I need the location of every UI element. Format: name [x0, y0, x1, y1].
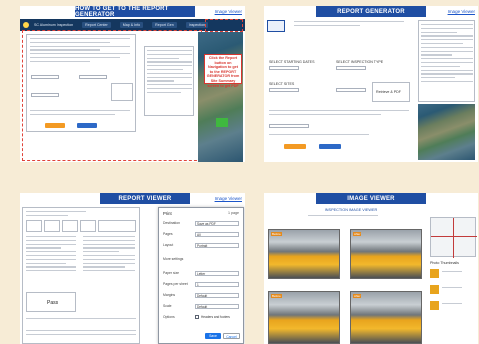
- preview-box: Retrieve & PDF: [372, 82, 410, 102]
- site-field[interactable]: [31, 93, 59, 97]
- image-viewer-link[interactable]: Image Viewer: [215, 9, 242, 14]
- viewer-subtitle: INSPECTION IMAGE VIEWER: [324, 208, 378, 212]
- tile-report-viewer: REPORT VIEWER Image Viewer Pass Print 1 …: [20, 193, 245, 344]
- row-key: Scale: [163, 304, 172, 308]
- cancel-button[interactable]: Cancel: [223, 333, 240, 339]
- pass-box: Pass: [26, 292, 76, 312]
- row-value[interactable]: All: [195, 232, 239, 237]
- row-value[interactable]: Save as PDF: [195, 221, 239, 226]
- row-key: Pages per sheet: [163, 282, 188, 286]
- row-key: Margins: [163, 293, 176, 297]
- row-key: Layout: [163, 243, 174, 247]
- blue-button[interactable]: [77, 123, 97, 128]
- inspection-photo-1[interactable]: Before: [268, 229, 340, 279]
- row-key: Paper size: [163, 271, 180, 275]
- satellite-map[interactable]: [418, 104, 475, 160]
- pass-label: Pass: [47, 300, 59, 306]
- row-key: Destination: [163, 221, 180, 225]
- date-field[interactable]: [31, 75, 59, 79]
- label-inspection-type: SELECT INSPECTION TYPE: [336, 60, 384, 64]
- site-option-input[interactable]: [336, 88, 366, 92]
- tile-report-generator: REPORT GENERATOR Image Viewer SELECT STA…: [264, 6, 478, 162]
- site-summary-panel: [418, 20, 475, 102]
- row-value[interactable]: Default: [195, 304, 239, 309]
- logo-badge: [267, 20, 285, 32]
- row-key: Options: [163, 315, 175, 319]
- generate-report-button[interactable]: [284, 144, 306, 149]
- tile-banner: IMAGE VIEWER: [316, 193, 426, 204]
- save-button[interactable]: Save: [205, 333, 221, 339]
- image-viewer-link[interactable]: Image Viewer: [448, 9, 475, 14]
- tile-banner: HOW TO GET TO THE REPORT GENERATOR: [75, 6, 195, 18]
- tile-image-viewer: IMAGE VIEWER INSPECTION IMAGE VIEWER Bef…: [264, 193, 478, 344]
- print-pages-count: 1 page: [228, 211, 239, 215]
- print-row-layout[interactable]: Layout Portrait: [163, 243, 239, 248]
- row-value[interactable]: 1: [195, 282, 239, 287]
- image-viewer-link[interactable]: Image Viewer: [215, 196, 242, 201]
- preview-box: [111, 83, 133, 101]
- print-row-destination[interactable]: Destination Save as PDF: [163, 221, 239, 226]
- side-thumb-1[interactable]: [430, 269, 439, 278]
- tile-how-to-report-generator: HOW TO GET TO THE REPORT GENERATOR Image…: [20, 6, 245, 162]
- preview-label: Retrieve & PDF: [376, 90, 401, 94]
- print-row-scale[interactable]: Scale Default: [163, 304, 239, 309]
- inspection-type-select[interactable]: [336, 66, 366, 70]
- row-value: Headers and footers: [201, 315, 230, 319]
- highlight-nav: [205, 19, 243, 32]
- inspection-photo-3[interactable]: Before: [268, 291, 340, 344]
- side-thumb-2[interactable]: [430, 285, 439, 294]
- print-title: Print: [163, 211, 172, 216]
- app-logo-icon: [23, 22, 29, 28]
- print-dialog: Print 1 page Destination Save as PDF Page…: [158, 207, 244, 344]
- print-row-options[interactable]: Options Headers and footers: [163, 315, 239, 320]
- sort-select[interactable]: [269, 124, 309, 128]
- app-title: SC Aluminum Inspection: [34, 23, 74, 27]
- print-row-pages-per-sheet[interactable]: Pages per sheet 1: [163, 282, 239, 287]
- orange-button[interactable]: [45, 123, 65, 128]
- view-report-button[interactable]: [319, 144, 341, 149]
- start-date-input[interactable]: [269, 66, 299, 70]
- status-green-block: [216, 118, 228, 127]
- photo-label: Before: [271, 232, 282, 236]
- side-title: Photo Thumbnails: [430, 261, 459, 265]
- print-row-more-settings[interactable]: More settings: [163, 257, 239, 262]
- photo-label: Before: [271, 294, 282, 298]
- info-panel: [144, 46, 194, 116]
- summary-panel: [26, 34, 136, 132]
- tile-banner: REPORT VIEWER: [100, 193, 190, 204]
- row-value[interactable]: Portrait: [195, 243, 239, 248]
- satellite-map[interactable]: [198, 32, 243, 162]
- print-row-paper-size[interactable]: Paper size Letter: [163, 271, 239, 276]
- options-checkbox[interactable]: [195, 315, 199, 319]
- photo-label: After: [353, 232, 362, 236]
- nav-tab-2[interactable]: Map & Info: [119, 22, 144, 28]
- label-sites: SELECT SITES: [269, 82, 295, 86]
- report-document: Pass: [22, 207, 140, 344]
- nav-tab-1[interactable]: Report Center: [82, 22, 111, 28]
- row-value[interactable]: Letter: [195, 271, 239, 276]
- site-map-panel[interactable]: [430, 217, 477, 258]
- sites-select[interactable]: [269, 88, 299, 92]
- label-start-dates: SELECT STARTING DATES: [269, 60, 315, 64]
- instruction-callout: Click the Report button on Navigation to…: [204, 54, 242, 88]
- photo-label: After: [353, 294, 362, 298]
- row-key: More settings: [163, 257, 184, 261]
- row-key: Pages: [163, 232, 173, 236]
- print-row-margins[interactable]: Margins Default: [163, 293, 239, 298]
- row-value[interactable]: Default: [195, 293, 239, 298]
- nav-tab-3[interactable]: Report Gen: [152, 22, 177, 28]
- print-row-pages[interactable]: Pages All: [163, 232, 239, 237]
- tile-banner: REPORT GENERATOR: [316, 6, 426, 17]
- inspection-photo-2[interactable]: After: [350, 229, 422, 279]
- inspection-photo-4[interactable]: After: [350, 291, 422, 344]
- type-field[interactable]: [79, 75, 107, 79]
- side-thumb-3[interactable]: [430, 301, 439, 310]
